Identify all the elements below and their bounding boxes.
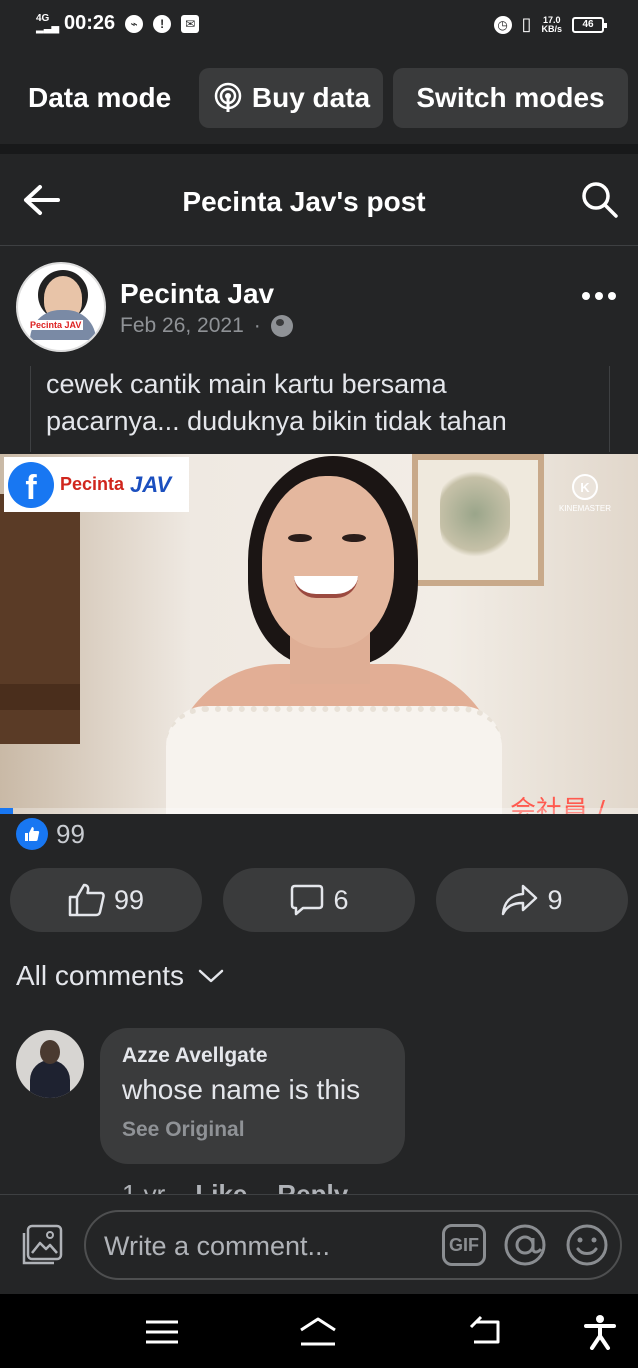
like-button[interactable]: 99 (10, 868, 202, 932)
chevron-down-icon (198, 969, 224, 983)
network-type: 4G (36, 12, 50, 24)
menu-icon[interactable] (142, 1314, 182, 1350)
comment-reply-link[interactable]: Reply (277, 1174, 348, 1194)
comment-time: 1 yr (122, 1179, 166, 1194)
logo-text-pecinta: Pecinta (60, 474, 125, 494)
data-mode-bar: Data mode Buy data Switch modes (0, 52, 638, 144)
author-name[interactable]: Pecinta Jav (120, 278, 274, 310)
comment-filter-dropdown[interactable]: All comments (16, 960, 224, 992)
alert-icon: ! (153, 14, 172, 33)
buy-data-label: Buy data (251, 82, 371, 113)
reaction-count: 99 (56, 818, 85, 849)
home-icon[interactable] (298, 1314, 338, 1350)
video-logo: f Pecinta JAV (4, 457, 189, 512)
post-header: Pecinta Jav's post (0, 154, 638, 246)
accessibility-icon[interactable] (580, 1314, 620, 1350)
messenger-icon: ⌁ (125, 14, 144, 33)
more-options-icon[interactable] (582, 286, 620, 306)
photo-icon[interactable] (20, 1223, 64, 1267)
kinemaster-icon: K (572, 474, 598, 500)
gif-button[interactable]: GIF (442, 1224, 486, 1266)
avatar-label: Pecinta JAV (28, 320, 84, 330)
like-reaction-icon (16, 818, 48, 850)
comment-icon (291, 884, 324, 916)
post-author-row: Pecinta JAV Pecinta Jav Feb 26, 2021 · (0, 246, 638, 366)
comment-input[interactable]: Write a comment... GIF (84, 1210, 622, 1280)
mail-icon: ✉ (181, 14, 200, 33)
switch-modes-button[interactable]: Switch modes (393, 68, 628, 128)
logo-text-jav: JAV (130, 471, 172, 497)
mention-icon[interactable] (502, 1222, 548, 1268)
vibrate-icon: ▯ (521, 14, 532, 34)
watermark: K KINEMASTER (552, 474, 618, 513)
battery-icon: 46 (572, 16, 607, 33)
caption-line-2: pacarnya... duduknya bikin tidak tahan (46, 406, 507, 436)
page-title: Pecinta Jav's post (182, 186, 426, 217)
post-caption: cewek cantik main kartu bersama pacarnya… (30, 366, 610, 452)
buy-data-button[interactable]: Buy data (199, 68, 383, 128)
share-button[interactable]: 9 (436, 868, 628, 932)
comment-placeholder: Write a comment... (104, 1231, 331, 1261)
commenter-avatar[interactable] (16, 1030, 84, 1098)
video-person (262, 476, 394, 648)
clock: 00:26 (64, 12, 116, 34)
post-video[interactable]: f Pecinta JAV K KINEMASTER 会社員 / (0, 454, 638, 814)
alarm-icon: ◷ (493, 15, 512, 34)
thumbs-up-icon (68, 883, 105, 917)
network-indicator: 4G ▂▃▅ (36, 12, 60, 34)
watermark-text: KINEMASTER (558, 504, 611, 513)
author-avatar[interactable]: Pecinta JAV (16, 262, 106, 352)
like-count: 99 (113, 884, 145, 915)
switch-modes-label: Switch modes (416, 82, 605, 113)
comment-composer: Write a comment... GIF (0, 1194, 638, 1294)
search-icon[interactable] (580, 180, 620, 220)
reaction-summary[interactable]: 99 (16, 818, 85, 850)
share-arrow-icon (502, 884, 538, 916)
video-progress-fill (0, 808, 13, 814)
system-nav-bar (0, 1294, 638, 1368)
comment-text: whose name is this (122, 1074, 361, 1105)
emoji-icon[interactable] (564, 1222, 610, 1268)
broadcast-icon (214, 82, 242, 112)
comment-actions: 1 yr Like Reply (122, 1174, 348, 1194)
commenter-name[interactable]: Azze Avellgate (122, 1044, 383, 1068)
comment-like-link[interactable]: Like (195, 1174, 247, 1194)
post-meta: Feb 26, 2021 · (120, 314, 293, 338)
video-progress-bar[interactable] (0, 808, 638, 814)
section-divider (0, 144, 638, 154)
network-speed: 17.0 KB/s (541, 15, 562, 34)
back-icon[interactable] (466, 1314, 506, 1350)
comment-count: 6 (333, 884, 349, 915)
comment-button[interactable]: 6 (223, 868, 415, 932)
data-mode-title: Data mode (28, 82, 172, 113)
battery-level: 46 (582, 19, 594, 30)
status-bar: 4G ▂▃▅ 00:26 ⌁ ! ✉ ◷ ▯ 17.0 KB/s 46 (0, 0, 638, 52)
see-original-link[interactable]: See Original (122, 1118, 383, 1142)
speed-unit: KB/s (541, 23, 562, 34)
caption-line-1: cewek cantik main kartu bersama (46, 369, 447, 399)
comment-bubble: Azze Avellgate whose name is this See Or… (100, 1028, 405, 1164)
share-count: 9 (547, 884, 563, 915)
comment-filter-label: All comments (16, 960, 185, 991)
globe-icon (270, 315, 293, 337)
post-date[interactable]: Feb 26, 2021 (120, 314, 244, 338)
facebook-icon: f (8, 461, 54, 508)
